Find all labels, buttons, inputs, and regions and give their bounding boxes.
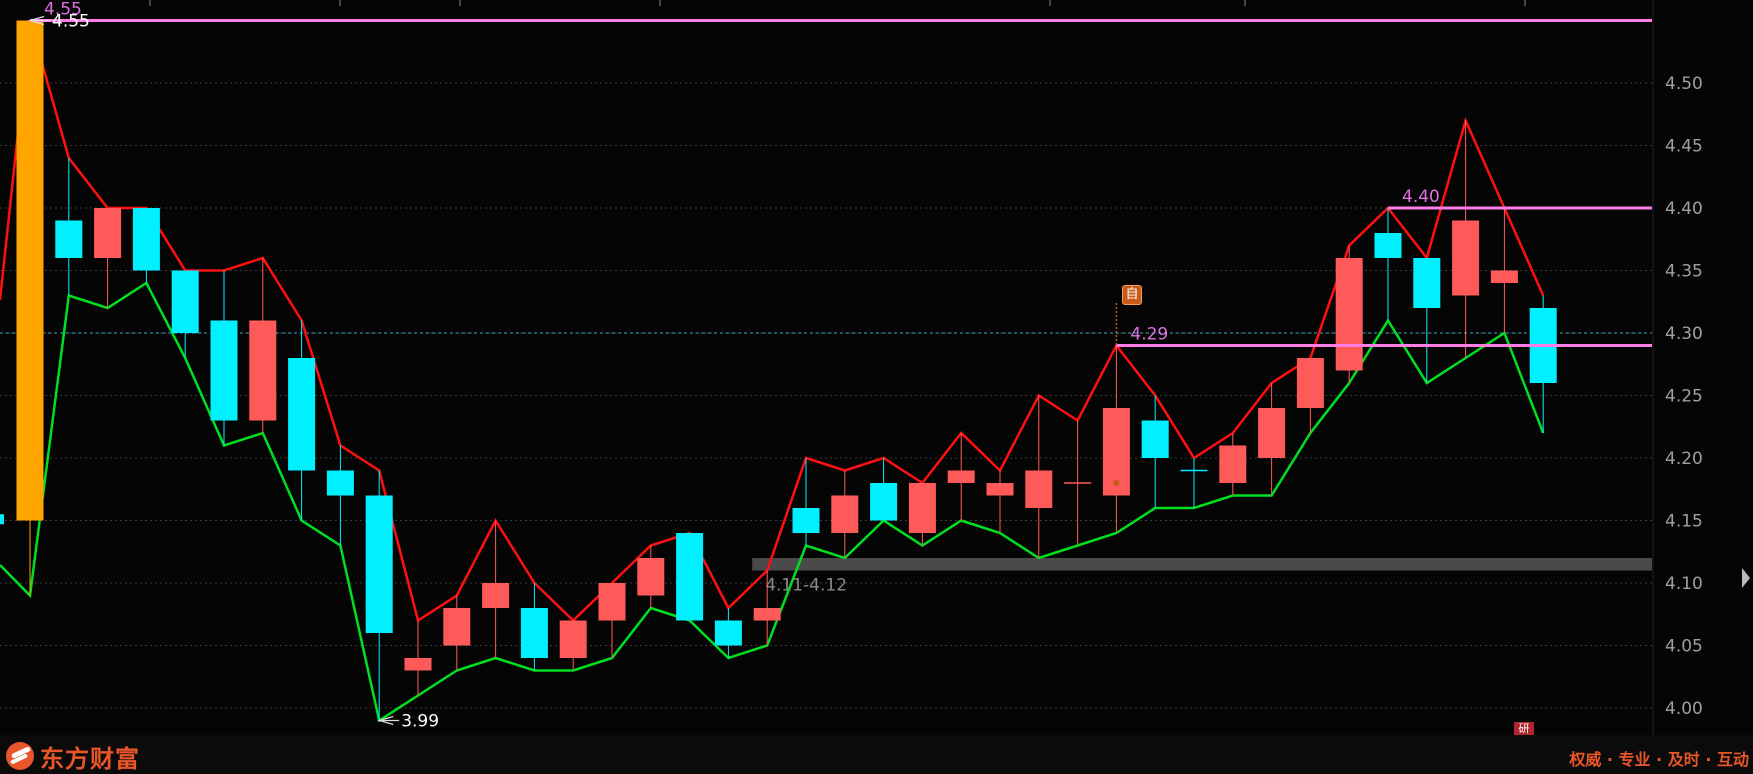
candle-body xyxy=(443,608,471,646)
candle-body xyxy=(1335,258,1363,371)
support-band xyxy=(752,558,1652,571)
candle-body xyxy=(482,583,510,608)
y-tick-label: 4.35 xyxy=(1665,262,1703,282)
candle-body xyxy=(1413,258,1441,308)
research-marker[interactable]: 研 xyxy=(1514,722,1534,735)
brand-slogan: 权威 · 专业 · 及时 · 互动 xyxy=(1569,750,1749,769)
y-tick-label: 4.40 xyxy=(1665,199,1703,219)
candle-body xyxy=(986,483,1014,496)
candle-body xyxy=(1258,408,1286,458)
candle-body xyxy=(210,320,238,421)
candle-body xyxy=(831,495,859,533)
candlestick-chart: 4.50 4.45 4.40 4.35 4.30 4.25 4.20 4.15 4.10 4.05… xyxy=(0,0,1703,735)
candle-body xyxy=(792,508,820,533)
candle-body xyxy=(598,583,626,621)
candle-body xyxy=(1296,358,1324,408)
candle-body xyxy=(753,608,781,621)
y-tick-label: 4.10 xyxy=(1665,574,1703,594)
candle-body xyxy=(365,495,393,633)
candle-body xyxy=(947,470,975,483)
candle-body xyxy=(637,558,665,596)
marker-dot xyxy=(1113,480,1120,486)
expand-panel-arrow-icon[interactable] xyxy=(1742,568,1750,588)
reference-line-label: 4.29 xyxy=(1130,325,1168,345)
candle-body xyxy=(1025,470,1053,508)
footer-bar: 东方财富 权威 · 专业 · 及时 · 互动 xyxy=(0,735,1753,774)
candle-body xyxy=(1219,445,1247,483)
brand-name: 东方财富 xyxy=(40,744,140,773)
candle-body xyxy=(16,20,44,521)
y-tick-label: 4.25 xyxy=(1665,387,1703,407)
candle-body xyxy=(908,483,936,533)
candle-body xyxy=(520,608,548,658)
candle-body xyxy=(249,320,277,421)
candle-body xyxy=(559,620,587,658)
candle-body xyxy=(326,470,354,496)
candle-body xyxy=(676,533,704,621)
self-select-marker[interactable]: 自 xyxy=(1122,285,1142,305)
candle-body xyxy=(288,358,316,471)
partial-candle-body xyxy=(0,514,4,525)
candle-body xyxy=(1452,220,1480,296)
annotation-label: 4.55 xyxy=(52,12,90,32)
candle-body xyxy=(94,208,122,258)
y-tick-label: 4.20 xyxy=(1665,449,1703,469)
candle-body xyxy=(171,270,199,333)
y-tick-label: 4.00 xyxy=(1665,699,1703,719)
candle-body xyxy=(404,658,432,671)
y-tick-label: 4.05 xyxy=(1665,637,1703,657)
candle-body xyxy=(132,208,160,271)
candle-body xyxy=(55,220,83,258)
y-tick-label: 4.50 xyxy=(1665,74,1703,94)
support-band-label: 4.11-4.12 xyxy=(765,576,847,596)
candle-body xyxy=(1490,270,1518,283)
y-tick-label: 4.15 xyxy=(1665,512,1703,532)
brand: 东方财富 xyxy=(6,742,140,773)
candle-body xyxy=(714,620,742,646)
brand-logo-icon xyxy=(6,742,34,770)
candle-body xyxy=(1141,420,1169,458)
y-tick-label: 4.45 xyxy=(1665,137,1703,157)
candle-body xyxy=(870,483,898,521)
annotation-label: 3.99 xyxy=(401,712,439,732)
y-tick-label: 4.30 xyxy=(1665,324,1703,344)
candle-body xyxy=(1374,233,1402,258)
reference-line-label: 4.40 xyxy=(1402,187,1440,207)
